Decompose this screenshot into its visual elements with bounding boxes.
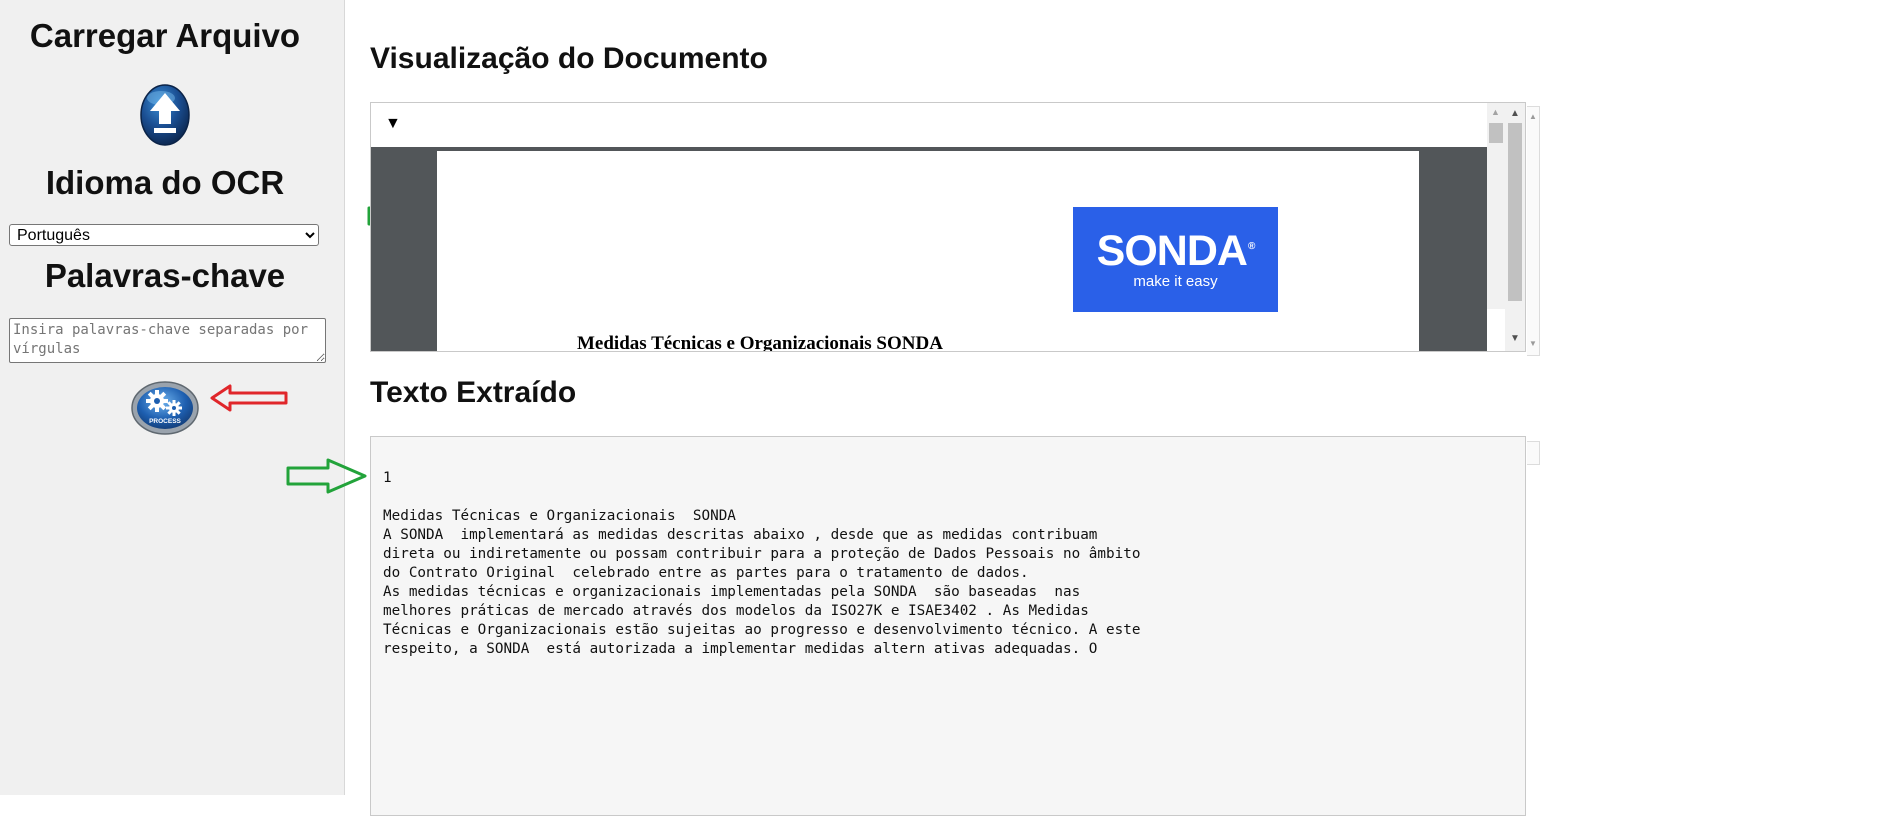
pdf-scrollbar[interactable]: ▲ bbox=[1487, 103, 1505, 309]
keywords-input[interactable] bbox=[9, 318, 326, 363]
page-scrollbar[interactable]: ▲ ▼ bbox=[1527, 106, 1540, 356]
upload-button[interactable] bbox=[139, 84, 191, 146]
collapse-toggle-icon[interactable]: ▼ bbox=[385, 115, 401, 133]
sonda-logo-tagline: make it easy bbox=[1133, 273, 1218, 290]
extracted-text-panel[interactable]: 1 Medidas Técnicas e Organizacionais SON… bbox=[370, 436, 1526, 816]
scroll-down-icon[interactable]: ▼ bbox=[1510, 333, 1520, 344]
pdf-page: SONDA® make it easy Medidas Técnicas e O… bbox=[437, 151, 1419, 352]
red-arrow-annotation bbox=[210, 384, 288, 412]
ocr-language-select[interactable]: Português bbox=[9, 224, 319, 246]
scroll-up-icon[interactable]: ▲ bbox=[1491, 107, 1500, 117]
pdf-document-title: Medidas Técnicas e Organizacionais SONDA bbox=[577, 333, 943, 352]
extracted-text: 1 Medidas Técnicas e Organizacionais SON… bbox=[383, 470, 1141, 657]
extracted-text-heading: Texto Extraído bbox=[370, 376, 577, 409]
ocr-language-heading: Idioma do OCR bbox=[45, 164, 285, 201]
sidebar: Carregar Arquivo Idioma do OCR Português… bbox=[0, 0, 345, 795]
page-scrollbar[interactable] bbox=[1527, 441, 1540, 465]
pdf-viewer[interactable]: SONDA® make it easy Medidas Técnicas e O… bbox=[371, 147, 1487, 352]
upload-heading: Carregar Arquivo bbox=[29, 17, 301, 54]
scroll-down-icon[interactable]: ▼ bbox=[1529, 339, 1537, 348]
sonda-logo-word: SONDA bbox=[1096, 227, 1248, 275]
sonda-logo: SONDA® make it easy bbox=[1073, 207, 1278, 312]
document-preview-panel: ▼ SONDA® make it easy Medidas Técnicas e… bbox=[370, 102, 1526, 352]
scrollbar-thumb[interactable] bbox=[1489, 123, 1503, 143]
document-preview-heading: Visualização do Documento bbox=[370, 42, 768, 75]
keywords-heading: Palavras-chave bbox=[44, 257, 286, 294]
upload-arrow-icon bbox=[140, 84, 190, 146]
registered-mark: ® bbox=[1247, 241, 1255, 252]
preview-scrollbar[interactable]: ▲ ▼ bbox=[1505, 103, 1525, 351]
green-arrow-annotation-text bbox=[286, 458, 367, 494]
scrollbar-thumb[interactable] bbox=[1508, 123, 1522, 301]
process-button-label: PROCESS bbox=[149, 418, 181, 425]
process-button[interactable]: PROCESS bbox=[130, 380, 200, 436]
scroll-up-icon[interactable]: ▲ bbox=[1529, 112, 1537, 121]
gears-icon: PROCESS bbox=[131, 381, 199, 435]
scroll-up-icon[interactable]: ▲ bbox=[1510, 108, 1520, 119]
